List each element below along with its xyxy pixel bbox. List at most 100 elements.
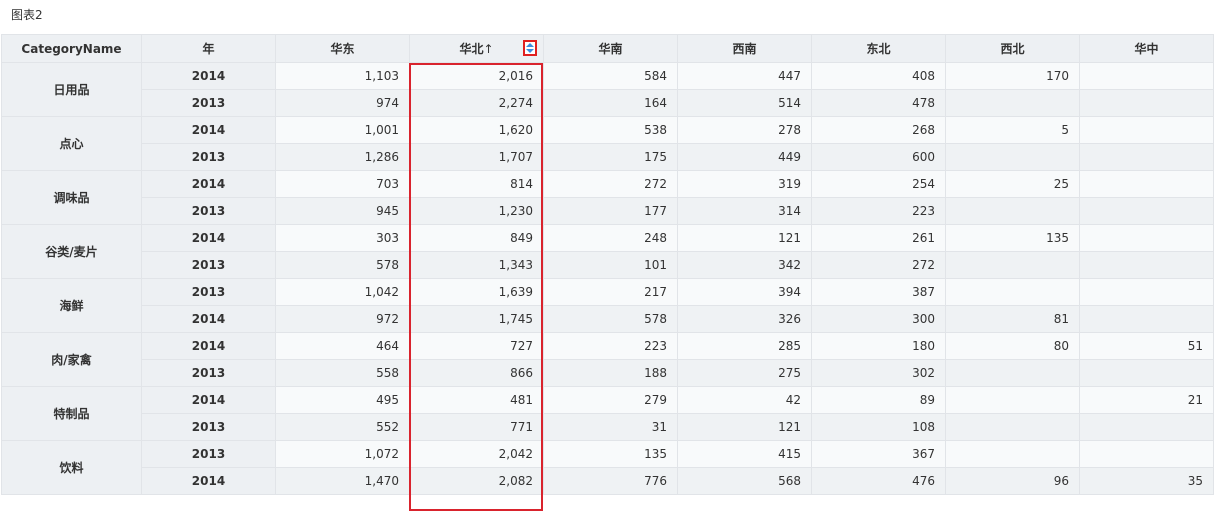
value-cell: 814 <box>409 170 544 198</box>
value-cell: 1,470 <box>275 467 410 495</box>
value-cell <box>1079 170 1214 198</box>
year-cell: 2014 <box>141 224 276 252</box>
value-cell: 1,072 <box>275 440 410 468</box>
header-xibei[interactable]: 西北 <box>945 34 1080 63</box>
value-cell: 703 <box>275 170 410 198</box>
value-cell <box>945 197 1080 225</box>
value-cell: 272 <box>543 170 678 198</box>
value-cell: 268 <box>811 116 946 144</box>
value-cell: 326 <box>677 305 812 333</box>
value-cell: 1,230 <box>409 197 544 225</box>
value-cell: 2,274 <box>409 89 544 117</box>
value-cell <box>945 413 1080 441</box>
value-cell: 279 <box>543 386 678 414</box>
value-cell <box>945 386 1080 414</box>
value-cell: 254 <box>811 170 946 198</box>
value-cell <box>1079 143 1214 171</box>
category-cell: 日用品 <box>1 62 142 117</box>
header-huazhong[interactable]: 华中 <box>1079 34 1214 63</box>
header-dongbei[interactable]: 东北 <box>811 34 946 63</box>
header-year[interactable]: 年 <box>141 34 276 63</box>
value-cell: 394 <box>677 278 812 306</box>
year-cell: 2013 <box>141 359 276 387</box>
table-row: 海鲜 2013 1,042 1,639 217 394 387 <box>1 278 1214 333</box>
year-cell: 2014 <box>141 116 276 144</box>
value-cell: 495 <box>275 386 410 414</box>
value-cell: 408 <box>811 62 946 90</box>
value-cell: 2,016 <box>409 62 544 90</box>
value-cell: 367 <box>811 440 946 468</box>
table-row: 2013 552 771 31 121 108 <box>2 413 1214 441</box>
year-cell: 2013 <box>141 278 276 306</box>
value-cell: 272 <box>811 251 946 279</box>
value-cell: 188 <box>543 359 678 387</box>
value-cell: 175 <box>543 143 678 171</box>
year-cell: 2014 <box>141 467 276 495</box>
header-huabei[interactable]: 华北↑ <box>409 34 544 63</box>
year-cell: 2013 <box>141 251 276 279</box>
sort-icon <box>526 43 534 53</box>
value-cell: 600 <box>811 143 946 171</box>
table-row: 2013 1,286 1,707 175 449 600 <box>2 143 1214 171</box>
value-cell <box>1079 278 1214 306</box>
value-cell <box>945 143 1080 171</box>
value-cell <box>1079 413 1214 441</box>
sort-toggle-button[interactable] <box>523 40 537 56</box>
header-huanan[interactable]: 华南 <box>543 34 678 63</box>
value-cell: 1,343 <box>409 251 544 279</box>
value-cell: 415 <box>677 440 812 468</box>
year-cell: 2013 <box>141 197 276 225</box>
table-body: 日用品 2014 1,103 2,016 584 447 408 170 2013 974 2,27… <box>1 62 1214 495</box>
value-cell: 35 <box>1079 467 1214 495</box>
value-cell: 31 <box>543 413 678 441</box>
value-cell: 223 <box>543 332 678 360</box>
year-cell: 2014 <box>141 62 276 90</box>
value-cell: 945 <box>275 197 410 225</box>
year-cell: 2014 <box>141 305 276 333</box>
value-cell: 177 <box>543 197 678 225</box>
category-cell: 谷类/麦片 <box>1 224 142 279</box>
value-cell: 481 <box>409 386 544 414</box>
value-cell: 476 <box>811 467 946 495</box>
pivot-table: CategoryName 年 华东 华北↑ 华南 西南 东北 西北 华中 日用品… <box>1 34 1214 495</box>
value-cell: 558 <box>275 359 410 387</box>
value-cell: 478 <box>811 89 946 117</box>
value-cell: 217 <box>543 278 678 306</box>
table-row: 2014 972 1,745 578 326 300 81 <box>2 305 1214 333</box>
table-row: 2014 1,470 2,082 776 568 476 96 35 <box>2 467 1214 495</box>
value-cell: 96 <box>945 467 1080 495</box>
value-cell: 248 <box>543 224 678 252</box>
value-cell: 261 <box>811 224 946 252</box>
header-huadong[interactable]: 华东 <box>275 34 410 63</box>
year-cell: 2013 <box>141 440 276 468</box>
value-cell: 449 <box>677 143 812 171</box>
value-cell: 302 <box>811 359 946 387</box>
value-cell: 387 <box>811 278 946 306</box>
value-cell: 51 <box>1079 332 1214 360</box>
value-cell: 300 <box>811 305 946 333</box>
value-cell: 108 <box>811 413 946 441</box>
value-cell: 727 <box>409 332 544 360</box>
category-cell: 点心 <box>1 116 142 171</box>
value-cell: 303 <box>275 224 410 252</box>
value-cell: 578 <box>543 305 678 333</box>
sort-indicator: ↑ <box>483 42 494 56</box>
value-cell <box>1079 224 1214 252</box>
value-cell: 314 <box>677 197 812 225</box>
value-cell <box>1079 305 1214 333</box>
header-xinan[interactable]: 西南 <box>677 34 812 63</box>
year-cell: 2013 <box>141 143 276 171</box>
header-categoryname[interactable]: CategoryName <box>1 34 142 63</box>
value-cell <box>945 89 1080 117</box>
value-cell <box>945 251 1080 279</box>
value-cell: 342 <box>677 251 812 279</box>
value-cell <box>1079 251 1214 279</box>
value-cell <box>1079 359 1214 387</box>
value-cell: 1,001 <box>275 116 410 144</box>
value-cell: 21 <box>1079 386 1214 414</box>
value-cell: 464 <box>275 332 410 360</box>
value-cell: 1,639 <box>409 278 544 306</box>
value-cell: 538 <box>543 116 678 144</box>
value-cell <box>945 440 1080 468</box>
value-cell: 5 <box>945 116 1080 144</box>
